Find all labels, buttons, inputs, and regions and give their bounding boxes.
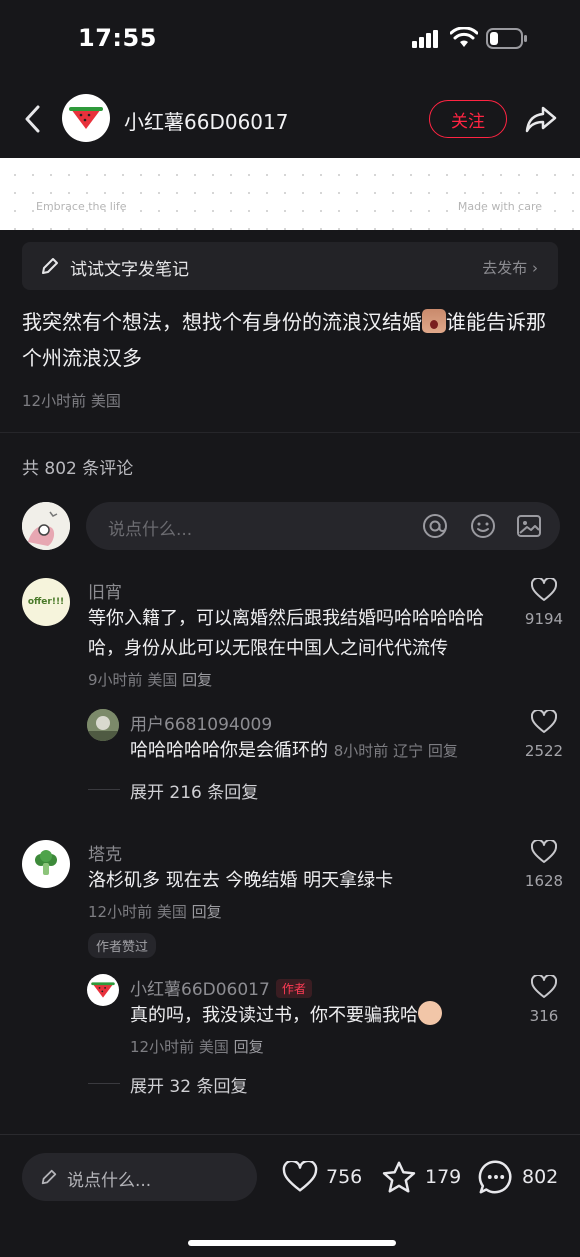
like-count: 756 bbox=[326, 1166, 363, 1188]
bottom-input-placeholder: 说点什么... bbox=[67, 1171, 152, 1191]
expand-divider bbox=[88, 1083, 120, 1084]
comment-text: 等你入籍了，可以离婚然后跟我结婚吗哈哈哈哈哈哈，身份从此可以无限在中国人之间代代… bbox=[88, 608, 484, 659]
reply-like-count: 316 bbox=[529, 1007, 559, 1025]
star-count: 179 bbox=[425, 1166, 462, 1188]
reply-avatar[interactable] bbox=[87, 709, 119, 741]
post-location: 美国 bbox=[90, 392, 121, 410]
pencil-icon bbox=[42, 258, 58, 274]
watermelon-icon bbox=[91, 982, 115, 998]
share-icon[interactable] bbox=[524, 102, 558, 136]
comment-bubble-icon bbox=[478, 1160, 512, 1194]
crying-emoji-icon bbox=[418, 1001, 442, 1025]
heart-icon bbox=[282, 1161, 318, 1192]
comment-like-button[interactable]: 9194 bbox=[524, 576, 564, 628]
like-button[interactable]: 756 bbox=[282, 1159, 362, 1195]
pencil-icon bbox=[41, 1169, 57, 1185]
heart-icon bbox=[530, 838, 558, 863]
reply-link[interactable]: 回复 bbox=[428, 742, 458, 760]
comment-text: 洛杉矶多 现在去 今晚结婚 明天拿绿卡 bbox=[88, 870, 394, 891]
commenter-name[interactable]: 旧宵 bbox=[88, 578, 122, 603]
battery-icon bbox=[486, 28, 527, 49]
commenter-avatar[interactable] bbox=[22, 840, 70, 888]
status-time: 17:55 bbox=[78, 24, 157, 52]
comment-meta: 9小时前 美国 回复 bbox=[88, 671, 213, 689]
reply-like-button[interactable]: 2522 bbox=[524, 708, 564, 760]
reply-text: 哈哈哈哈哈你是会循环的 8小时前 辽宁 回复 bbox=[130, 740, 458, 761]
comment-input[interactable]: 说点什么... bbox=[86, 502, 560, 550]
expand-replies-button[interactable]: 展开 32 条回复 bbox=[130, 1072, 247, 1097]
reply-name[interactable]: 小红薯66D06017 bbox=[130, 980, 270, 1000]
signal-icon bbox=[412, 30, 438, 48]
divider bbox=[0, 432, 580, 433]
comment-input-placeholder: 说点什么... bbox=[108, 520, 193, 540]
reply-like-count: 2522 bbox=[524, 742, 564, 760]
comment-count: 802 bbox=[522, 1166, 559, 1188]
reply-like-button[interactable]: 316 bbox=[524, 973, 564, 1025]
post-text-part1: 我突然有个想法，想找个有身份的流浪汉结婚 bbox=[22, 310, 422, 334]
banner-right-text: Made with care bbox=[457, 200, 542, 213]
comment-meta: 12小时前 美国 回复 bbox=[88, 903, 222, 921]
comment-like-count: 1628 bbox=[524, 872, 564, 890]
reply-name-row: 小红薯66D06017 作者 bbox=[130, 975, 312, 1000]
commenter-avatar[interactable]: offer!!! bbox=[22, 578, 70, 626]
status-bar: 17:55 bbox=[0, 0, 580, 80]
bottom-action-bar: 说点什么... 756 179 802 bbox=[0, 1134, 580, 1257]
heart-icon bbox=[530, 576, 558, 601]
collect-button[interactable]: 179 bbox=[381, 1159, 461, 1195]
reply-meta: 12小时前 美国 回复 bbox=[130, 1038, 264, 1056]
reply-link[interactable]: 回复 bbox=[182, 671, 212, 689]
expand-replies-button[interactable]: 展开 216 条回复 bbox=[130, 778, 258, 803]
home-indicator[interactable] bbox=[188, 1240, 396, 1246]
post-image-banner[interactable]: Embrace the life Made with care bbox=[0, 158, 580, 230]
heart-icon bbox=[530, 708, 558, 733]
post-time: 12小时前 bbox=[22, 392, 87, 410]
reply-link[interactable]: 回复 bbox=[192, 903, 222, 921]
mention-icon[interactable] bbox=[422, 513, 448, 539]
avatar-illustration-icon bbox=[22, 502, 70, 550]
comment-button[interactable]: 802 bbox=[478, 1159, 558, 1195]
star-icon bbox=[382, 1161, 416, 1193]
reply-avatar[interactable] bbox=[87, 974, 119, 1006]
follow-button[interactable]: 关注 bbox=[429, 100, 507, 138]
scream-emoji-icon bbox=[422, 309, 446, 333]
back-icon[interactable] bbox=[20, 102, 48, 136]
comments-count: 共 802 条评论 bbox=[22, 459, 134, 479]
author-name[interactable]: 小红薯66D06017 bbox=[124, 106, 288, 135]
wifi-icon bbox=[450, 27, 478, 47]
reply-text: 真的吗，我没读过书，你不要骗我哈 bbox=[130, 1001, 442, 1031]
broccoli-icon bbox=[35, 850, 57, 875]
post-content: 我突然有个想法，想找个有身份的流浪汉结婚 谁能告诉那个州流浪汉多 bbox=[22, 304, 562, 376]
bottom-comment-input[interactable]: 说点什么... bbox=[22, 1153, 257, 1201]
banner-left-text: Embrace the life bbox=[36, 200, 127, 213]
author-avatar[interactable] bbox=[62, 94, 110, 142]
watermelon-icon bbox=[69, 107, 103, 129]
author-liked-badge: 作者赞过 bbox=[88, 933, 157, 958]
expand-divider bbox=[88, 789, 120, 790]
reply-link[interactable]: 回复 bbox=[234, 1038, 264, 1056]
heart-icon bbox=[530, 973, 558, 998]
comment-like-count: 9194 bbox=[524, 610, 564, 628]
go-publish-link[interactable]: 去发布 › bbox=[482, 257, 538, 278]
try-text-note-bar[interactable]: 试试文字发笔记 去发布 › bbox=[22, 242, 558, 290]
commenter-avatar-text: offer!!! bbox=[27, 597, 65, 607]
avatar-photo-icon bbox=[87, 709, 119, 741]
author-tag: 作者 bbox=[275, 979, 312, 998]
nav-header: 小红薯66D06017 关注 bbox=[0, 80, 580, 158]
post-meta: 12小时前 美国 bbox=[22, 390, 121, 411]
commenter-name[interactable]: 塔克 bbox=[88, 840, 122, 865]
my-avatar[interactable] bbox=[22, 502, 70, 550]
reply-meta: 8小时前 辽宁 回复 bbox=[333, 742, 458, 760]
emoji-icon[interactable] bbox=[470, 513, 496, 539]
try-note-label: 试试文字发笔记 bbox=[70, 260, 189, 280]
image-icon[interactable] bbox=[516, 513, 542, 539]
comment-like-button[interactable]: 1628 bbox=[524, 838, 564, 890]
reply-name[interactable]: 用户6681094009 bbox=[130, 710, 272, 735]
